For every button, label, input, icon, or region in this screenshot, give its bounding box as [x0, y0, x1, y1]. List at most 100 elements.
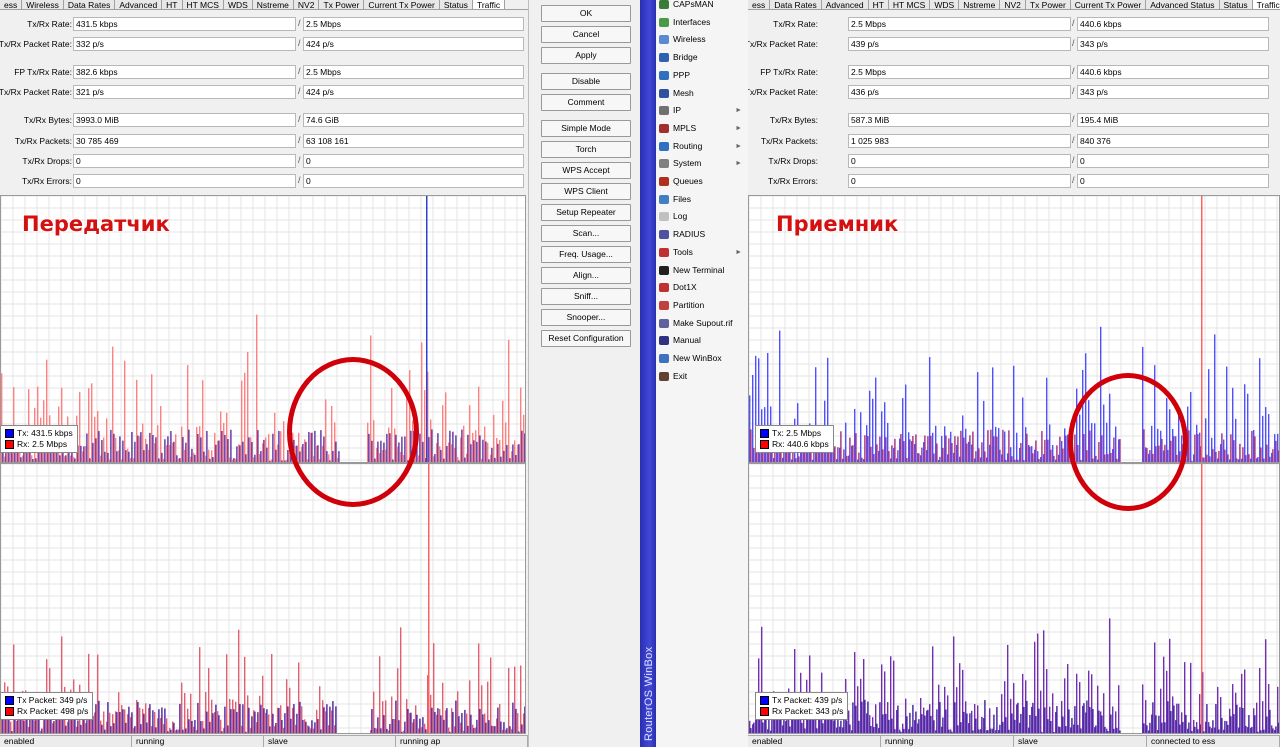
menu-item-exit[interactable]: Exit	[656, 368, 748, 385]
tx-value-field: 0	[848, 174, 1071, 188]
right-tab[interactable]: Advanced	[821, 0, 869, 9]
menu-item-new-terminal[interactable]: New Terminal	[656, 262, 748, 279]
traffic-bar	[1007, 644, 1009, 733]
traffic-bar	[223, 422, 225, 462]
right-tab[interactable]: Status	[1219, 0, 1253, 9]
traffic-bar	[749, 720, 751, 733]
wps-client-button[interactable]: WPS Client	[541, 183, 631, 200]
traffic-bar	[1029, 714, 1031, 733]
traffic-bar	[884, 671, 886, 733]
menu-item-label: Bridge	[673, 52, 698, 63]
menu-item-system[interactable]: System ►	[656, 155, 748, 172]
menu-item-radius[interactable]: RADIUS	[656, 226, 748, 243]
traffic-bar	[259, 454, 261, 462]
reset-configuration-button[interactable]: Reset Configuration	[541, 330, 631, 347]
left-tab[interactable]: ess	[0, 0, 23, 9]
menu-item-queues[interactable]: Queues	[656, 173, 748, 190]
menu-item-dot1x[interactable]: Dot1X	[656, 279, 748, 296]
disable-button[interactable]: Disable	[541, 73, 631, 90]
sniff-button[interactable]: Sniff...	[541, 288, 631, 305]
left-tab[interactable]: Traffic	[472, 0, 506, 9]
right-tab[interactable]: Nstreme	[959, 0, 1001, 9]
traffic-bar	[166, 718, 168, 733]
left-tab[interactable]: Tx Power	[319, 0, 365, 9]
right-packet-legend: Tx Packet: 439 p/s Rx Packet: 343 p/s	[755, 692, 849, 720]
left-tab[interactable]: NV2	[293, 0, 320, 9]
right-tab[interactable]: HT MCS	[888, 0, 931, 9]
menu-item-interfaces[interactable]: Interfaces	[656, 14, 748, 31]
traffic-bar	[1013, 365, 1015, 462]
wps-accept-button[interactable]: WPS Accept	[541, 162, 631, 179]
menu-item-bridge[interactable]: Bridge	[656, 49, 748, 66]
menu-item-capsman[interactable]: CAPsMAN	[656, 0, 748, 13]
field-label: FP Tx/Rx Rate:	[760, 67, 818, 77]
left-tab[interactable]: Current Tx Power	[364, 0, 440, 9]
menu-item-routing[interactable]: Routing ►	[656, 138, 748, 155]
traffic-bar	[840, 720, 842, 733]
left-tab[interactable]: WDS	[223, 0, 253, 9]
traffic-bar	[852, 702, 854, 733]
traffic-bar	[888, 451, 890, 462]
apply-button[interactable]: Apply	[541, 47, 631, 64]
freq-usage-button[interactable]: Freq. Usage...	[541, 246, 631, 263]
right-tab[interactable]: Advanced Status	[1146, 0, 1220, 9]
traffic-bar	[220, 719, 222, 733]
right-tab[interactable]: ess	[748, 0, 771, 9]
menu-item-new-winbox[interactable]: New WinBox	[656, 350, 748, 367]
menu-item-manual[interactable]: Manual	[656, 332, 748, 349]
traffic-bar	[1239, 707, 1241, 733]
menu-item-ppp[interactable]: PPP	[656, 67, 748, 84]
right-tab[interactable]: Tx Power	[1025, 0, 1071, 9]
left-tab[interactable]: Nstreme	[252, 0, 294, 9]
ok-button[interactable]: OK	[541, 5, 631, 22]
menu-item-partition[interactable]: Partition	[656, 297, 748, 314]
traffic-bar	[485, 722, 487, 733]
simple-mode-button[interactable]: Simple Mode	[541, 120, 631, 137]
align-button[interactable]: Align...	[541, 267, 631, 284]
traffic-bar	[1218, 451, 1220, 462]
left-tab[interactable]: Status	[439, 0, 473, 9]
traffic-bar	[142, 423, 144, 462]
traffic-bar	[1259, 668, 1261, 733]
traffic-bar	[463, 425, 465, 462]
left-field-row: Tx/Rx Bytes: 3993.0 MiB/74.6 GiB	[0, 113, 528, 127]
scan-button[interactable]: Scan...	[541, 225, 631, 242]
snooper-button[interactable]: Snooper...	[541, 309, 631, 326]
traffic-bar	[1257, 731, 1259, 733]
traffic-bar	[908, 729, 910, 733]
right-tab[interactable]: HT	[868, 0, 889, 9]
menu-item-wireless[interactable]: Wireless	[656, 31, 748, 48]
left-tab[interactable]: Wireless	[22, 0, 64, 9]
left-tab[interactable]: Advanced	[115, 0, 163, 9]
menu-item-files[interactable]: Files	[656, 191, 748, 208]
left-tab[interactable]: HT MCS	[182, 0, 224, 9]
torch-button[interactable]: Torch	[541, 141, 631, 158]
traffic-bar	[1022, 673, 1024, 733]
menu-item-make-supout-rif[interactable]: Make Supout.rif	[656, 315, 748, 332]
traffic-bar	[855, 433, 857, 462]
cancel-button[interactable]: Cancel	[541, 26, 631, 43]
menu-item-mpls[interactable]: MPLS ►	[656, 120, 748, 137]
traffic-bar	[517, 444, 519, 462]
right-tab[interactable]: NV2	[1000, 0, 1026, 9]
traffic-bar	[1181, 712, 1183, 733]
menu-item-mesh[interactable]: Mesh	[656, 85, 748, 102]
traffic-bar	[11, 731, 13, 733]
traffic-bar	[1206, 704, 1208, 733]
right-tab[interactable]: WDS	[930, 0, 960, 9]
traffic-bar	[1197, 729, 1199, 733]
comment-button[interactable]: Comment	[541, 94, 631, 111]
right-tab[interactable]: Data Rates	[770, 0, 822, 9]
left-tab[interactable]: Data Rates	[63, 0, 116, 9]
right-field-row: FP Tx/Rx Rate: 2.5 Mbps/440.6 kbps	[748, 65, 1276, 79]
right-tab[interactable]: Current Tx Power	[1070, 0, 1147, 9]
left-tab[interactable]: HT	[162, 0, 183, 9]
traffic-bar	[143, 450, 145, 462]
menu-item-log[interactable]: Log	[656, 208, 748, 225]
right-tab[interactable]: Traffic	[1252, 0, 1280, 9]
menu-item-tools[interactable]: Tools ►	[656, 244, 748, 261]
traffic-bar	[149, 704, 151, 733]
setup-repeater-button[interactable]: Setup Repeater	[541, 204, 631, 221]
tx-value-field: 1 025 983	[848, 134, 1071, 148]
menu-item-ip[interactable]: IP ►	[656, 102, 748, 119]
